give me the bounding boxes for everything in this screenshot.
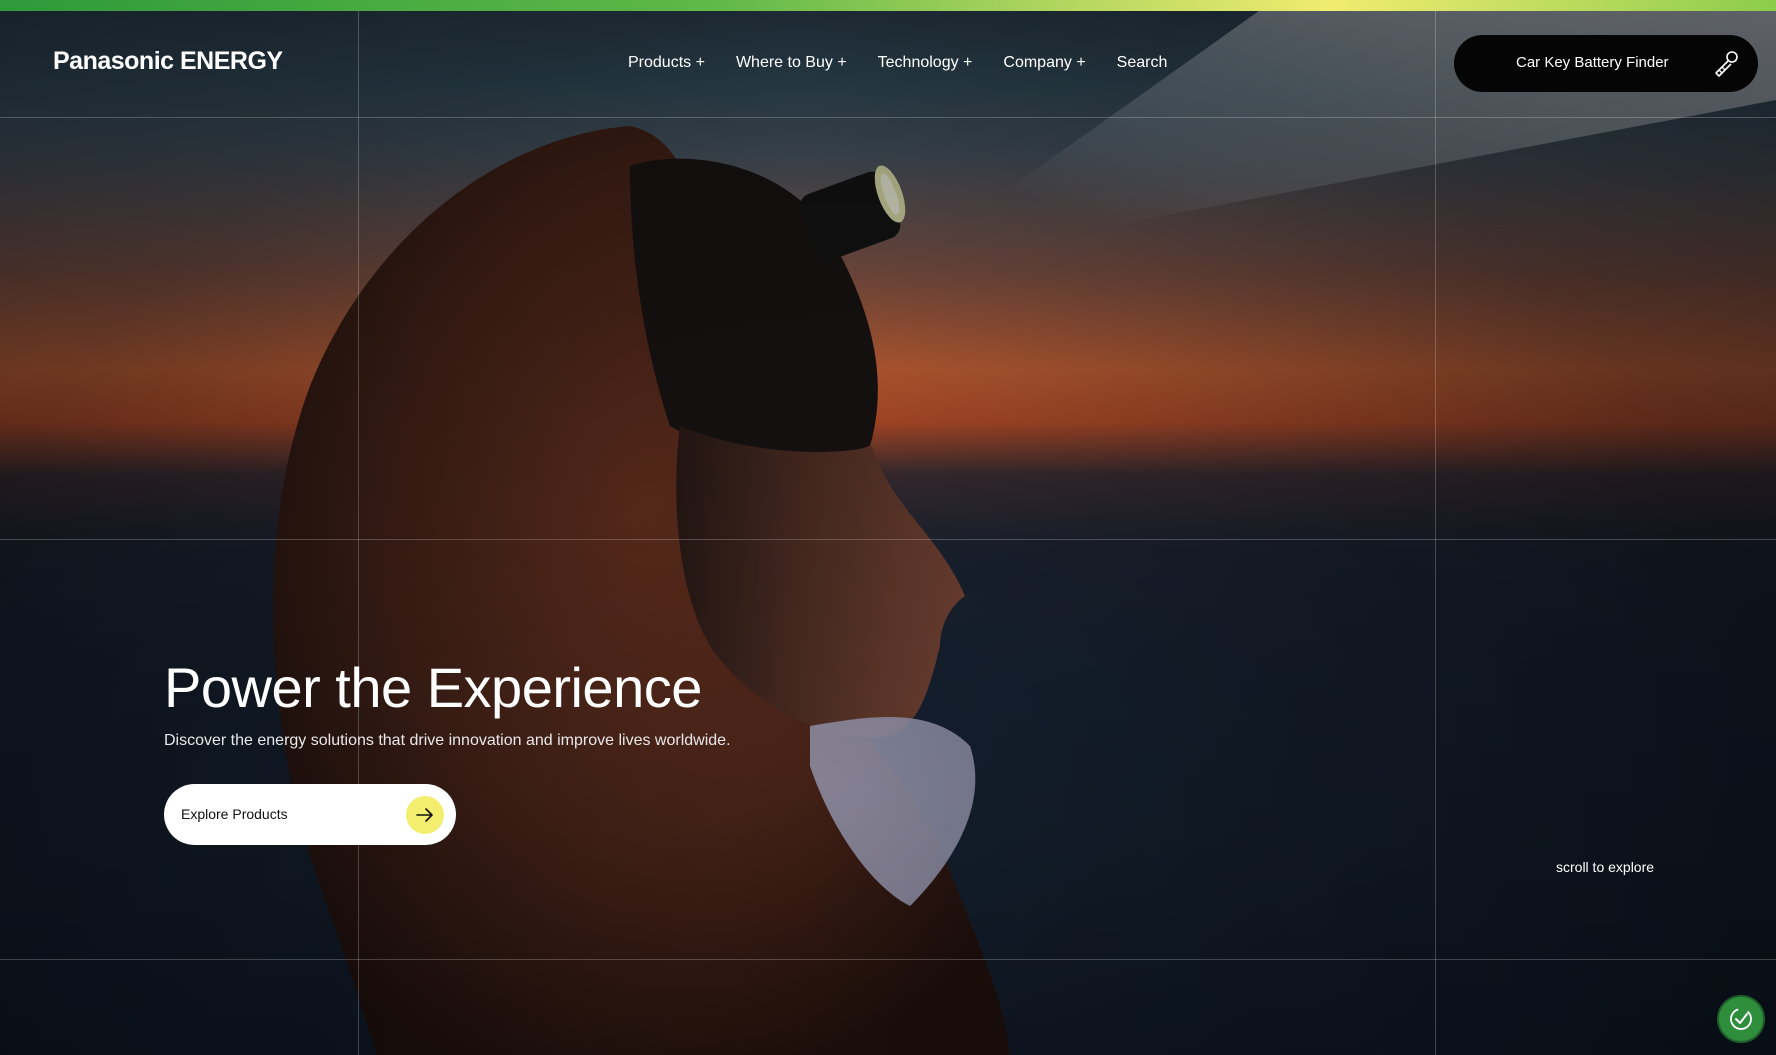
scroll-to-explore-hint: scroll to explore	[1556, 859, 1655, 875]
main-nav: Products + Where to Buy + Technology + C…	[628, 54, 1167, 72]
grid-line	[0, 117, 1776, 118]
nav-item-search[interactable]: Search	[1117, 54, 1168, 72]
finder-button-label: Car Key Battery Finder	[1516, 54, 1669, 71]
explore-products-button[interactable]: Explore Products	[164, 784, 456, 845]
grid-line	[0, 539, 1776, 540]
arrow-right-icon	[406, 796, 444, 834]
hero-shade-overlay	[0, 0, 1776, 1055]
top-accent-bar	[0, 0, 1776, 11]
nav-item-where-to-buy[interactable]: Where to Buy +	[736, 54, 847, 72]
grid-line	[0, 959, 1776, 960]
hero-headline: Power the Experience	[164, 656, 702, 719]
nav-item-technology[interactable]: Technology +	[878, 54, 973, 72]
nav-item-company[interactable]: Company +	[1003, 54, 1085, 72]
hero-subline: Discover the energy solutions that drive…	[164, 732, 731, 749]
grid-line	[1435, 11, 1436, 1055]
grid-line	[358, 11, 359, 1055]
car-key-battery-finder-button[interactable]: Car Key Battery Finder	[1454, 35, 1758, 92]
page: Panasonic ENERGY Products + Where to Buy…	[0, 0, 1776, 1055]
car-key-icon	[1715, 51, 1738, 77]
brand-logo[interactable]: Panasonic ENERGY	[53, 47, 283, 76]
accessibility-check-icon[interactable]	[1717, 995, 1765, 1043]
cta-label: Explore Products	[181, 806, 288, 822]
nav-item-products[interactable]: Products +	[628, 54, 705, 72]
